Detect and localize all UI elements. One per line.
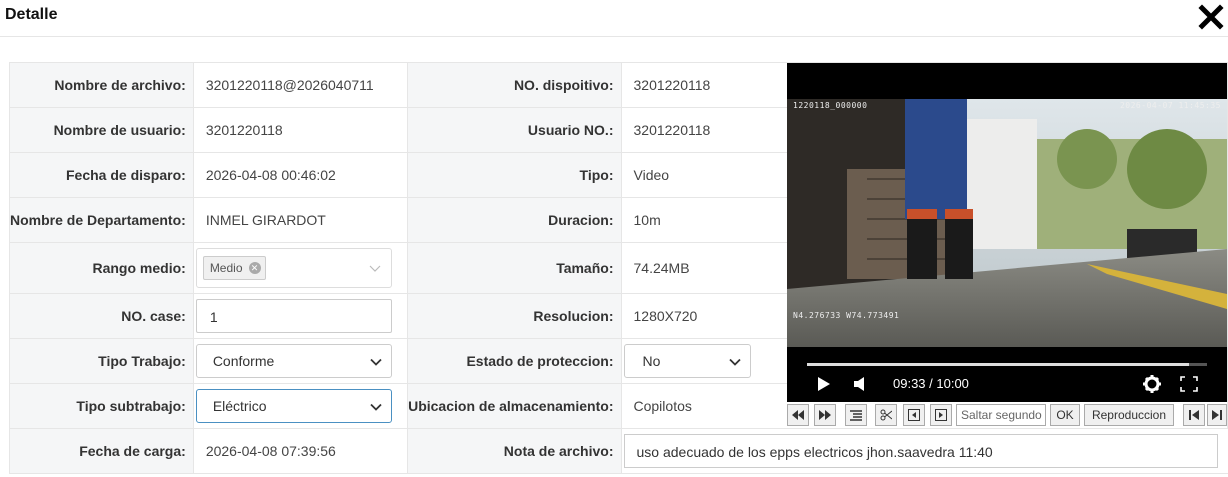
osd-timestamp: 2026-04-07 11:45:35 bbox=[1119, 101, 1221, 110]
label-type: Tipo: bbox=[407, 152, 622, 198]
label-range: Rango medio: bbox=[9, 242, 194, 294]
rewind-button[interactable] bbox=[787, 404, 809, 426]
list-button[interactable] bbox=[845, 404, 867, 426]
time-display: 09:33 / 10:00 bbox=[893, 376, 969, 391]
range-tag-label: Medio bbox=[209, 261, 243, 275]
value-trigger-date: 2026-04-08 00:46:02 bbox=[192, 152, 409, 198]
value-upload-date: 2026-04-08 07:39:56 bbox=[192, 428, 409, 474]
label-subwork-type: Tipo subtrabajo: bbox=[9, 383, 194, 429]
label-user-name: Nombre de usuario: bbox=[9, 107, 194, 153]
playback-button[interactable]: Reproduccion bbox=[1084, 404, 1174, 426]
first-frame-button[interactable] bbox=[1183, 404, 1205, 426]
prev-frame-icon bbox=[908, 409, 920, 421]
remove-tag-icon[interactable]: ✕ bbox=[248, 262, 261, 274]
work-type-value: Conforme bbox=[212, 353, 275, 369]
subwork-type-value: Eléctrico bbox=[212, 398, 267, 414]
value-user-name: 3201220118 bbox=[192, 107, 409, 153]
video-controls: 09:33 / 10:00 bbox=[787, 347, 1227, 402]
dialog-title: Detalle bbox=[5, 6, 58, 23]
label-work-type: Tipo Trabajo: bbox=[9, 338, 194, 384]
value-department: INMEL GIRARDOT bbox=[192, 197, 409, 243]
last-frame-button[interactable] bbox=[1207, 404, 1227, 426]
range-tag: Medio ✕ bbox=[202, 256, 266, 280]
case-no-input[interactable]: 1 bbox=[195, 299, 392, 333]
scissors-icon bbox=[880, 409, 892, 421]
next-frame-icon bbox=[935, 409, 947, 421]
label-upload-date: Fecha de carga: bbox=[9, 428, 194, 474]
skip-end-icon bbox=[1212, 410, 1222, 420]
fast-forward-icon bbox=[819, 410, 831, 420]
dialog-header: Detalle bbox=[0, 0, 1228, 37]
label-protection: Estado de proteccion: bbox=[407, 338, 622, 384]
cut-button[interactable] bbox=[875, 404, 897, 426]
label-storage: Ubicacion de almacenamiento: bbox=[407, 383, 622, 429]
case-no-value: 1 bbox=[209, 309, 218, 325]
skip-start-icon bbox=[1189, 410, 1199, 420]
fullscreen-icon[interactable] bbox=[1180, 376, 1198, 392]
forward-button[interactable] bbox=[814, 404, 836, 426]
progress-bar[interactable] bbox=[807, 363, 1207, 366]
label-file-name: Nombre de archivo: bbox=[9, 62, 194, 108]
prev-frame-button[interactable] bbox=[903, 404, 925, 426]
value-file-name: 3201220118@2026040711 bbox=[192, 62, 409, 108]
gear-icon[interactable] bbox=[1143, 375, 1161, 393]
chevron-down-icon bbox=[370, 403, 382, 411]
volume-icon[interactable] bbox=[853, 376, 867, 392]
chevron-down-icon bbox=[728, 358, 741, 366]
range-multiselect[interactable]: Medio ✕ bbox=[195, 248, 392, 288]
close-icon[interactable] bbox=[1198, 4, 1224, 30]
list-icon bbox=[850, 410, 862, 421]
label-user-no: Usuario NO.: bbox=[407, 107, 622, 153]
note-value: uso adecuado de los epps electricos jhon… bbox=[636, 444, 993, 460]
subwork-type-select[interactable]: Eléctrico bbox=[195, 389, 392, 423]
video-frame bbox=[787, 99, 1227, 347]
rewind-icon bbox=[792, 410, 804, 420]
label-case-no: NO. case: bbox=[9, 293, 194, 339]
video-player[interactable]: 1220118_000000 2026-04-07 11:45:35 N4.27… bbox=[787, 63, 1227, 347]
play-icon[interactable] bbox=[817, 376, 831, 392]
skip-seconds-input[interactable]: Saltar segundo bbox=[956, 404, 1046, 426]
playback-toolbar: Saltar segundo OK Reproduccion bbox=[787, 404, 1227, 428]
label-note: Nota de archivo: bbox=[407, 428, 622, 474]
label-duration: Duracion: bbox=[407, 197, 622, 243]
label-department: Nombre de Departamento: bbox=[9, 197, 194, 243]
progress-fill bbox=[807, 363, 1189, 366]
label-resolution: Resolucion: bbox=[407, 293, 622, 339]
ok-button[interactable]: OK bbox=[1050, 404, 1080, 426]
label-size: Tamaño: bbox=[407, 242, 622, 294]
label-trigger-date: Fecha de disparo: bbox=[9, 152, 194, 198]
next-frame-button[interactable] bbox=[930, 404, 952, 426]
protection-select[interactable]: No bbox=[623, 344, 751, 378]
osd-device-id: 1220118_000000 bbox=[793, 101, 868, 110]
osd-coordinates: N4.276733 W74.773491 bbox=[793, 311, 900, 320]
work-type-select[interactable]: Conforme bbox=[195, 344, 392, 378]
chevron-down-icon bbox=[369, 265, 381, 272]
chevron-down-icon bbox=[370, 358, 382, 366]
note-input[interactable]: uso adecuado de los epps electricos jhon… bbox=[623, 434, 1218, 468]
protection-value: No bbox=[642, 353, 661, 369]
label-device-no: NO. dispoitivo: bbox=[407, 62, 622, 108]
